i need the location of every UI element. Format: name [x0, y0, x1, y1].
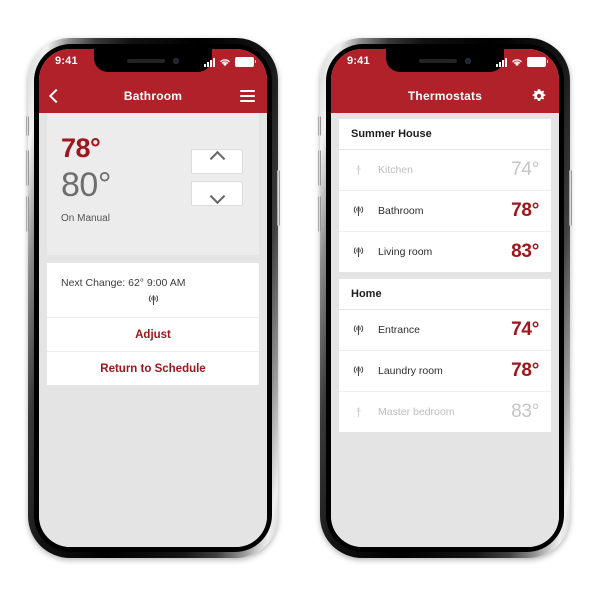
thermostat-temperature: 78° [511, 200, 539, 221]
list-item-master-bedroom[interactable]: Master bedroom 83° [339, 392, 551, 432]
antenna-signal-icon [148, 295, 158, 306]
list-item-entrance[interactable]: Entrance 74° [339, 310, 551, 351]
page-title: Bathroom [123, 89, 183, 103]
status-time: 9:41 [55, 55, 78, 67]
thermostat-name: Master bedroom [378, 406, 455, 418]
status-bar-left: 9:41 [39, 49, 267, 79]
nav-bar-right: Thermostats [331, 79, 559, 113]
antenna-offline-icon [356, 165, 361, 176]
antenna-signal-icon [353, 247, 364, 258]
list-item-kitchen[interactable]: Kitchen 74° [339, 150, 551, 191]
next-change-icon-wrap [61, 293, 245, 307]
phone-screen-right: 9:41 Thermostats Summer House Kitchen 74… [331, 49, 559, 547]
antenna-signal-icon [353, 366, 364, 377]
return-to-schedule-button-label: Return to Schedule [100, 362, 206, 375]
thermostat-temperature: 74° [511, 319, 539, 340]
earpiece-speaker [419, 58, 457, 63]
thermostat-name: Kitchen [378, 164, 414, 176]
notch-left [94, 49, 212, 72]
adjust-button-label: Adjust [135, 328, 171, 341]
power-button[interactable] [569, 170, 572, 226]
thermostat-name: Living room [378, 246, 433, 258]
earpiece-speaker [127, 58, 165, 63]
thermostat-name: Entrance [378, 324, 421, 336]
antenna-signal-icon [353, 325, 364, 336]
phone-device-right: 9:41 Thermostats Summer House Kitchen 74… [318, 38, 572, 558]
section-header: Home [339, 279, 551, 310]
temperature-panel: 78° 80° On Manual [47, 113, 259, 255]
section-header: Summer House [339, 119, 551, 150]
status-bar-right: 9:41 [331, 49, 559, 79]
front-camera [465, 57, 471, 64]
section-home: Home Entrance 74° Laundry room 78° Maste… [339, 279, 551, 432]
cellular-bars-icon [496, 58, 507, 67]
volume-down-button[interactable] [26, 196, 29, 232]
power-button[interactable] [277, 170, 280, 226]
front-camera [173, 57, 179, 64]
back-button[interactable] [48, 79, 64, 113]
chevron-down-icon [209, 188, 225, 205]
chevron-left-icon [48, 88, 64, 104]
phone-device-left: 9:41 Bathroom 78° 80° On Manual Next Cha… [26, 38, 280, 558]
status-time: 9:41 [347, 55, 370, 67]
wifi-icon [512, 59, 522, 67]
temperature-steppers [191, 149, 243, 206]
silent-switch[interactable] [26, 116, 29, 136]
thermostat-detail-body: 78° 80° On Manual Next Change: 62° 9:00 … [39, 113, 267, 547]
thermostat-temperature: 74° [511, 159, 539, 180]
volume-down-button[interactable] [318, 196, 321, 232]
silent-switch[interactable] [318, 116, 321, 136]
list-item-laundry-room[interactable]: Laundry room 78° [339, 351, 551, 392]
thermostat-name: Laundry room [378, 365, 443, 377]
next-change-panel: Next Change: 62° 9:00 AM [47, 263, 259, 317]
thermostat-list: Summer House Kitchen 74° Bathroom 78° Li… [331, 113, 559, 547]
wifi-icon [220, 59, 230, 67]
list-item-living-room[interactable]: Living room 83° [339, 232, 551, 272]
next-change-text: Next Change: 62° 9:00 AM [61, 277, 186, 289]
menu-button[interactable] [240, 79, 255, 113]
thermostat-temperature: 78° [511, 360, 539, 381]
list-item-bathroom[interactable]: Bathroom 78° [339, 191, 551, 232]
phone-screen-left: 9:41 Bathroom 78° 80° On Manual Next Cha… [39, 49, 267, 547]
return-to-schedule-button[interactable]: Return to Schedule [47, 351, 259, 385]
volume-up-button[interactable] [318, 150, 321, 186]
increase-temperature-button[interactable] [191, 149, 243, 174]
volume-up-button[interactable] [26, 150, 29, 186]
status-icons [496, 57, 548, 67]
thermostat-temperature: 83° [511, 241, 539, 262]
decrease-temperature-button[interactable] [191, 181, 243, 206]
status-icons [204, 57, 256, 67]
gear-icon [532, 89, 546, 101]
cellular-bars-icon [204, 58, 215, 67]
thermostat-temperature: 83° [511, 401, 539, 422]
thermostat-mode: On Manual [61, 213, 110, 225]
antenna-offline-icon [356, 407, 361, 418]
adjust-button[interactable]: Adjust [47, 317, 259, 351]
section-summer-house: Summer House Kitchen 74° Bathroom 78° Li… [339, 119, 551, 272]
thermostat-name: Bathroom [378, 205, 424, 217]
nav-bar-left: Bathroom [39, 79, 267, 113]
hamburger-menu-icon [240, 90, 255, 102]
page-title: Thermostats [407, 89, 483, 103]
battery-full-icon [527, 57, 548, 67]
section-divider [331, 272, 559, 279]
screenshot-root: 9:41 Bathroom 78° 80° On Manual Next Cha… [0, 0, 600, 600]
notch-right [386, 49, 504, 72]
antenna-signal-icon [353, 206, 364, 217]
battery-full-icon [235, 57, 256, 67]
settings-button[interactable] [531, 79, 547, 113]
chevron-up-icon [209, 150, 225, 167]
